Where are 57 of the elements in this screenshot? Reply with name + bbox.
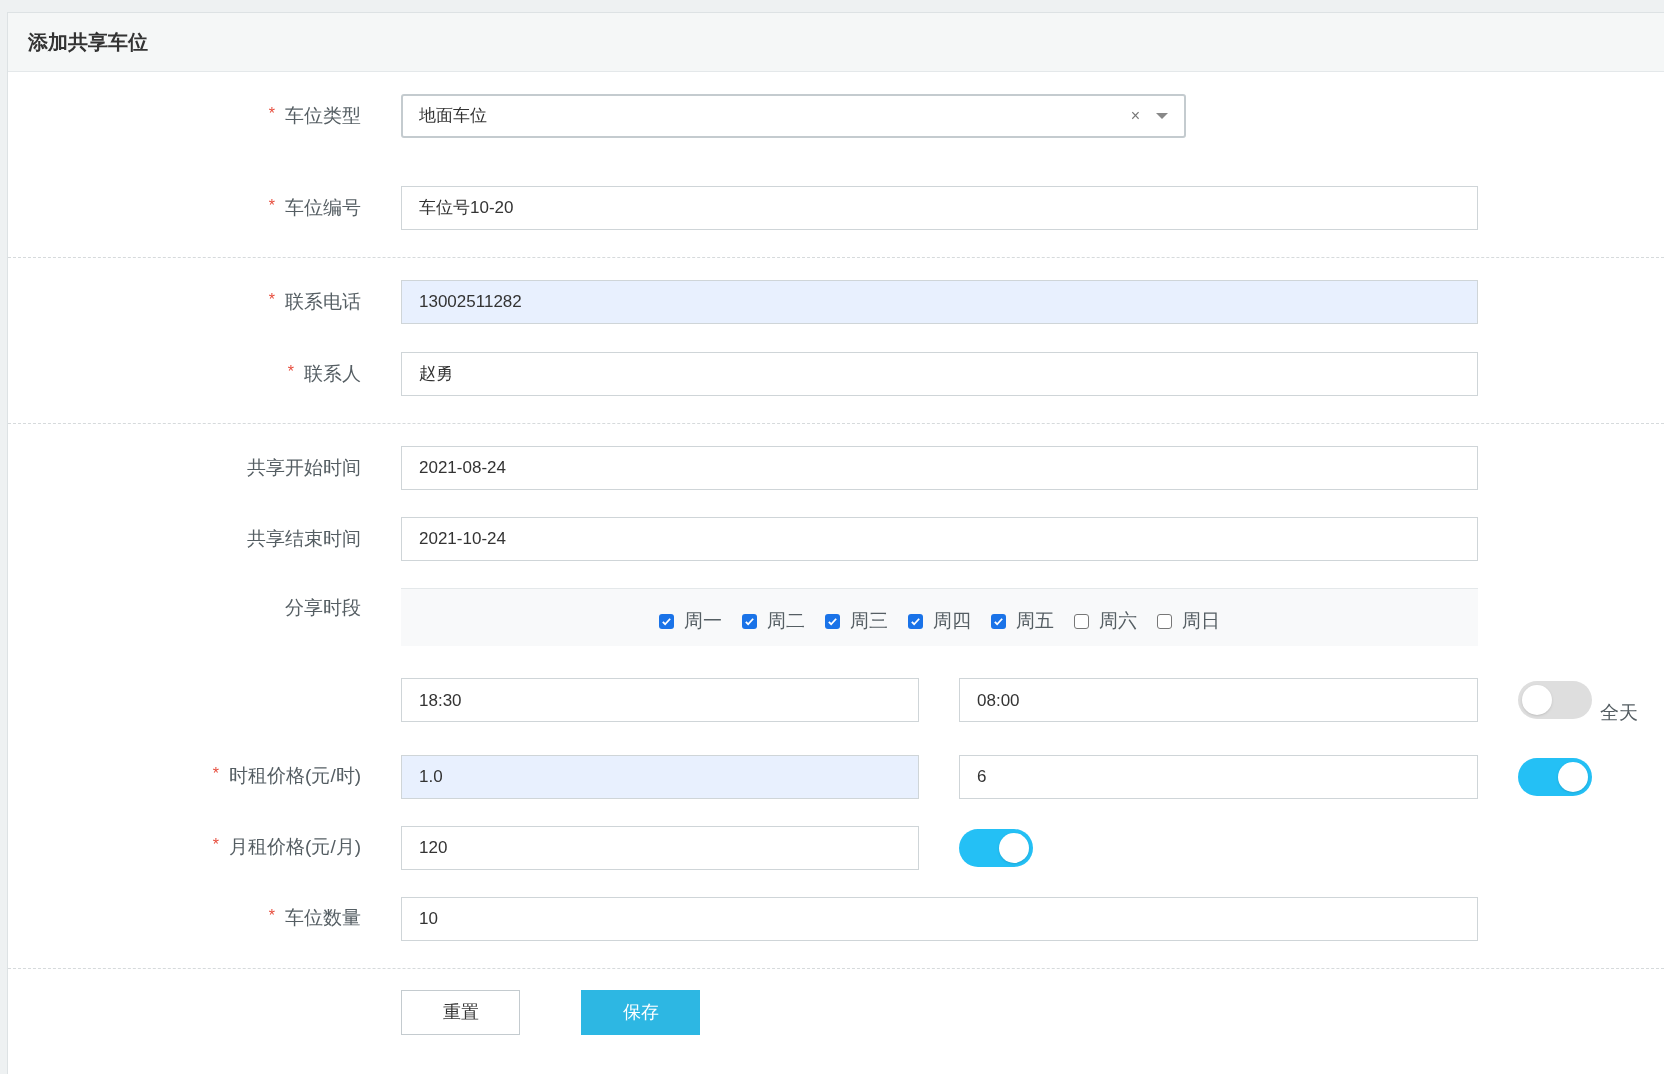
toggle-label: 全天	[1600, 701, 1638, 725]
toggle-switch[interactable]	[1518, 757, 1592, 796]
input-field[interactable]: 08:00	[959, 678, 1478, 723]
select-field[interactable]: 地面车位 ×	[401, 94, 1186, 138]
caret-icon	[1156, 113, 1168, 119]
input-field[interactable]: 2021-10-24	[401, 517, 1478, 561]
checkbox[interactable]	[742, 614, 757, 629]
field-label: 共享结束时间	[247, 526, 361, 551]
input-field[interactable]: 1.0	[401, 754, 919, 799]
required-mark: *	[287, 361, 294, 382]
field-label: 分享时段	[285, 596, 361, 620]
check-icon	[910, 616, 921, 627]
checkbox[interactable]	[908, 614, 923, 629]
checkbox[interactable]	[659, 614, 674, 629]
field-label: 联系人	[304, 361, 361, 386]
checkbox[interactable]	[1157, 614, 1172, 629]
field-label: 车位类型	[285, 103, 361, 128]
clear-button[interactable]: ×	[1130, 104, 1140, 128]
check-icon	[827, 616, 838, 627]
checkbox[interactable]	[1074, 614, 1089, 629]
panel-title: 添加共享车位	[28, 30, 148, 55]
input-field[interactable]: 车位号10-20	[401, 186, 1478, 230]
reset-button[interactable]: 重置	[401, 989, 520, 1035]
check-icon	[744, 616, 755, 627]
checkbox[interactable]	[991, 614, 1006, 629]
required-mark: *	[268, 906, 275, 927]
weekday-label: 周四	[933, 609, 971, 634]
checkbox[interactable]	[825, 614, 840, 629]
input-field[interactable]: 18:30	[401, 678, 919, 723]
required-mark: *	[212, 835, 220, 856]
required-mark: *	[212, 764, 220, 785]
field-label: 时租价格(元/时)	[229, 764, 361, 789]
input-field[interactable]: 10	[401, 896, 1478, 941]
input-field[interactable]: 6	[959, 754, 1478, 799]
required-mark: *	[268, 195, 275, 216]
field-label: 车位编号	[285, 195, 361, 220]
required-mark: *	[268, 289, 275, 310]
weekday-label: 周六	[1099, 609, 1137, 634]
input-field[interactable]: 赵勇	[401, 352, 1478, 396]
weekday-label: 周日	[1182, 609, 1220, 634]
input-field[interactable]: 13002511282	[401, 280, 1478, 324]
select-value: 地面车位	[419, 105, 488, 128]
field-label: 月租价格(元/月)	[229, 835, 361, 860]
toggle-switch[interactable]	[1518, 681, 1592, 720]
check-icon	[993, 616, 1004, 627]
toggle-switch[interactable]	[959, 828, 1033, 867]
field-label: 共享开始时间	[247, 455, 361, 480]
weekday-label: 周三	[850, 609, 888, 634]
input-field[interactable]: 2021-08-24	[401, 446, 1478, 490]
input-field[interactable]: 120	[401, 825, 919, 870]
field-label: 联系电话	[285, 289, 361, 314]
check-icon	[661, 616, 672, 627]
weekday-label: 周二	[767, 609, 805, 634]
field-label: 车位数量	[285, 906, 361, 931]
weekday-label: 周一	[684, 609, 722, 634]
required-mark: *	[268, 103, 275, 124]
weekday-label: 周五	[1016, 609, 1054, 634]
